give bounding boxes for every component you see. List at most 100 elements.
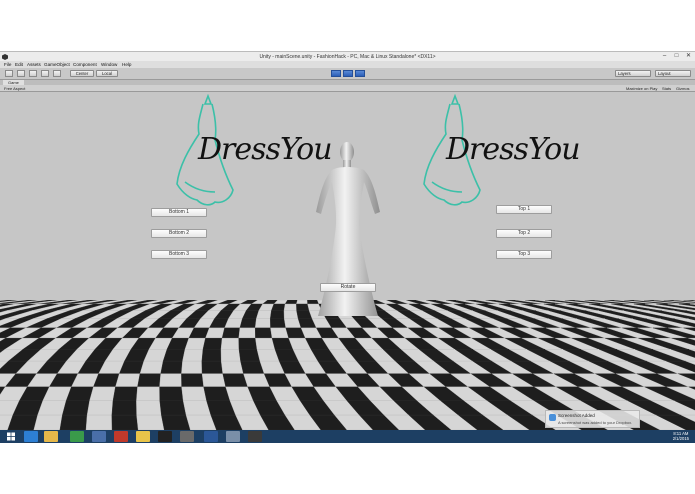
- floor-tile: [37, 400, 67, 416]
- floor-tile: [239, 318, 257, 329]
- floor-tile: [136, 414, 165, 430]
- menu-gameobject[interactable]: GameObject: [44, 62, 70, 67]
- floor-tile: [159, 386, 184, 401]
- pivot-toggle[interactable]: Center: [70, 70, 94, 77]
- space-toggle[interactable]: Local: [96, 70, 118, 77]
- file-explorer-icon[interactable]: [44, 431, 58, 442]
- floor-tile: [33, 414, 63, 430]
- floor-tile: [221, 327, 241, 339]
- floor-tile: [115, 373, 141, 388]
- rotate-tool-icon[interactable]: [29, 70, 37, 77]
- desktop-background-bottom: [0, 443, 695, 494]
- floor-tile: [270, 310, 285, 319]
- bottom-3-button[interactable]: Bottom 3: [151, 250, 207, 259]
- menu-help[interactable]: Help: [122, 62, 131, 67]
- floor-tile: [238, 337, 258, 350]
- floor-tile: [238, 327, 256, 339]
- floor-tile: [181, 386, 207, 401]
- stats-toggle[interactable]: Stats: [662, 86, 671, 91]
- step-button[interactable]: [355, 70, 365, 77]
- toolbar: Center Local Layers Layout: [0, 68, 695, 80]
- desktop-background: [0, 0, 695, 51]
- windows-taskbar: 8:11 AM 2/1/2015: [0, 430, 695, 443]
- menu-file[interactable]: File: [4, 62, 11, 67]
- minimize-button[interactable]: –: [660, 53, 669, 60]
- floor-tile: [161, 414, 191, 430]
- floor-tile: [283, 310, 299, 319]
- floor-tile: [254, 327, 273, 339]
- floor-tile: [111, 414, 139, 430]
- chrome-icon[interactable]: [136, 431, 150, 442]
- menu-component[interactable]: Component: [73, 62, 97, 67]
- floor-tile: [220, 360, 244, 374]
- floor-tile: [296, 303, 310, 311]
- floor-tile: [139, 360, 164, 374]
- app-icon-4[interactable]: [226, 431, 240, 442]
- windows-start-icon[interactable]: [4, 431, 18, 442]
- floor-tile: [159, 373, 182, 388]
- floor-tile: [85, 414, 113, 430]
- floor-tile: [296, 300, 308, 305]
- maximize-on-play-toggle[interactable]: Maximize on Play: [626, 86, 657, 91]
- floor-tile: [162, 349, 186, 362]
- layout-dropdown[interactable]: Layout: [655, 70, 691, 77]
- top-1-button[interactable]: Top 1: [496, 205, 552, 214]
- close-button[interactable]: ✕: [684, 53, 693, 60]
- floor-tile: [112, 386, 138, 401]
- floor-tile: [270, 318, 287, 329]
- app-icon-2[interactable]: [114, 431, 128, 442]
- top-3-button[interactable]: Top 3: [496, 250, 552, 259]
- pause-button[interactable]: [343, 70, 353, 77]
- floor-tile: [254, 318, 271, 329]
- floor-tile: [160, 360, 183, 374]
- bottom-1-button[interactable]: Bottom 1: [151, 208, 207, 217]
- command-prompt-icon[interactable]: [158, 431, 172, 442]
- mannequin-model[interactable]: [312, 138, 384, 320]
- menu-window[interactable]: Window: [101, 62, 117, 67]
- floor-tile: [201, 360, 224, 374]
- floor-tile: [86, 400, 114, 416]
- floor-tile: [136, 386, 161, 401]
- floor-tile: [220, 349, 241, 362]
- game-view[interactable]: DressYou DressYou Bottom 1 Bottom 2 Bott…: [0, 92, 695, 430]
- app-icon-1[interactable]: [92, 431, 106, 442]
- gizmos-dropdown[interactable]: Gizmos: [676, 86, 690, 91]
- floor-tile: [111, 400, 137, 416]
- floor-tile: [182, 400, 212, 416]
- floor-tile: [59, 414, 88, 430]
- play-button[interactable]: [331, 70, 341, 77]
- floor-tile: [7, 414, 38, 430]
- floor-tile: [201, 373, 226, 388]
- rotate-button[interactable]: Rotate: [320, 283, 376, 292]
- system-clock[interactable]: 8:11 AM 2/1/2015: [673, 431, 689, 441]
- move-tool-icon[interactable]: [17, 70, 25, 77]
- floor-tile: [202, 337, 223, 350]
- dropbox-notification[interactable]: Screenshot Added A screenshot was added …: [545, 410, 640, 428]
- internet-explorer-icon[interactable]: [24, 431, 38, 442]
- store-icon[interactable]: [70, 431, 84, 442]
- word-icon[interactable]: [204, 431, 218, 442]
- bottom-2-button[interactable]: Bottom 2: [151, 229, 207, 238]
- floor-tile: [181, 373, 204, 388]
- floor-tile: [270, 327, 289, 339]
- layers-dropdown[interactable]: Layers: [615, 70, 651, 77]
- scale-tool-icon[interactable]: [41, 70, 49, 77]
- floor-tile: [255, 337, 276, 350]
- hand-tool-icon[interactable]: [5, 70, 13, 77]
- top-2-button[interactable]: Top 2: [496, 229, 552, 238]
- menu-assets[interactable]: Assets: [27, 62, 41, 67]
- game-view-toolbar: Free Aspect Maximize on Play Stats Gizmo…: [0, 85, 695, 92]
- floor-tile: [136, 400, 162, 416]
- aspect-dropdown[interactable]: Free Aspect: [4, 86, 25, 91]
- floor-tile: [159, 400, 187, 416]
- menu-edit[interactable]: Edit: [15, 62, 23, 67]
- floor-tile: [203, 386, 231, 401]
- menu-bar: File Edit Assets GameObject Component Wi…: [0, 61, 695, 68]
- dressyou-logo-right: DressYou: [446, 132, 581, 167]
- maximize-button[interactable]: □: [672, 53, 681, 60]
- app-icon-3[interactable]: [180, 431, 194, 442]
- notification-body: A screenshot was added to your Dropbox.: [558, 420, 633, 425]
- rect-tool-icon[interactable]: [53, 70, 61, 77]
- unity-taskbar-icon[interactable]: [248, 431, 262, 442]
- floor-tile: [89, 386, 116, 401]
